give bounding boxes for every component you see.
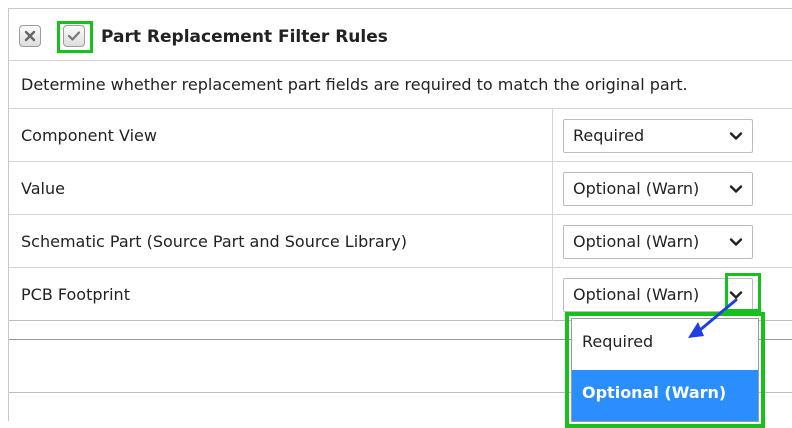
panel-title: Part Replacement Filter Rules <box>101 27 388 47</box>
value-select[interactable]: Optional (Warn) <box>563 172 753 206</box>
filter-rules-panel: Part Replacement Filter Rules Determine … <box>8 8 792 428</box>
chevron-down-icon <box>729 132 743 140</box>
description-row: Determine whether replacement part field… <box>9 61 792 109</box>
chevron-down-icon <box>729 238 743 246</box>
confirm-highlight-box <box>57 21 93 53</box>
rule-label: PCB Footprint <box>21 285 130 304</box>
rule-label: Schematic Part (Source Part and Source L… <box>21 232 407 251</box>
rule-row-component-view: Component View Required <box>9 109 792 162</box>
select-value: Optional (Warn) <box>573 179 700 198</box>
component-view-select[interactable]: Required <box>563 119 753 153</box>
select-value: Required <box>573 126 645 145</box>
select-value: Optional (Warn) <box>573 232 700 251</box>
close-button[interactable] <box>19 25 41 47</box>
dropdown-highlight-box <box>565 312 765 428</box>
rule-label: Component View <box>21 126 157 145</box>
rule-row-value: Value Optional (Warn) <box>9 162 792 215</box>
schematic-part-select[interactable]: Optional (Warn) <box>563 225 753 259</box>
rule-row-schematic-part: Schematic Part (Source Part and Source L… <box>9 215 792 268</box>
panel-description: Determine whether replacement part field… <box>21 75 688 94</box>
rule-label: Value <box>21 179 65 198</box>
column-divider <box>552 109 553 321</box>
select-value: Optional (Warn) <box>573 285 700 304</box>
chevron-highlight-box <box>725 273 761 312</box>
panel-header: Part Replacement Filter Rules <box>9 9 792 61</box>
chevron-down-icon <box>729 185 743 193</box>
close-icon <box>24 30 36 42</box>
